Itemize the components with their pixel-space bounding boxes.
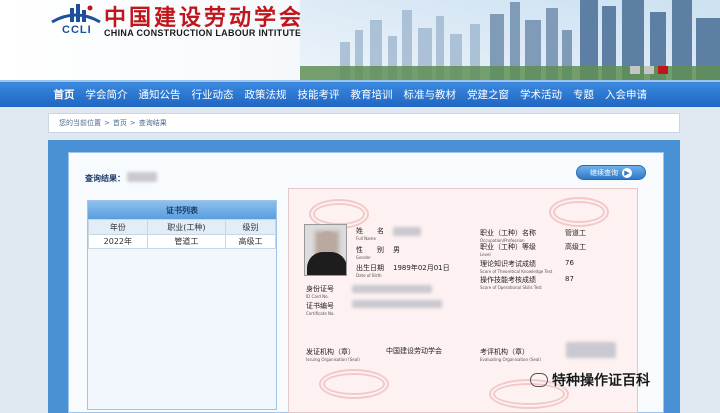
nav-item-membership[interactable]: 入会申请 xyxy=(600,87,653,102)
result-label: 查询结果： xyxy=(85,174,125,183)
nav-item-notices[interactable]: 通知公告 xyxy=(133,87,186,102)
redacted-name-value xyxy=(393,227,421,236)
issuer-label: 发证机构（章） Issuing Organisation (Seal) xyxy=(306,348,360,362)
redacted-name xyxy=(127,172,157,182)
guilloche-pattern xyxy=(549,197,609,227)
redacted-evaluator xyxy=(566,342,616,358)
nav-item-training[interactable]: 教育培训 xyxy=(345,87,398,102)
breadcrumb: 您的当前位置 > 首页 > 查询结果 xyxy=(48,113,680,133)
guilloche-pattern xyxy=(319,369,389,399)
continue-query-button[interactable]: 继续查询 ▶ xyxy=(576,165,646,180)
redacted-cert-number xyxy=(352,300,442,308)
breadcrumb-home-link[interactable]: 首页 xyxy=(113,118,127,128)
arrow-right-icon: ▶ xyxy=(622,167,632,178)
breadcrumb-separator: > xyxy=(129,119,136,127)
brand-watermark: 特种操作证百科 xyxy=(530,370,650,390)
issuer-value: 中国建设劳动学会 xyxy=(386,347,442,355)
nav-item-industry-news[interactable]: 行业动态 xyxy=(186,87,239,102)
skill-score-label: 操作技能考核成绩 Score of Operational Skills Test xyxy=(480,276,542,290)
cell-occupation: 管道工 xyxy=(146,234,227,249)
site-header: CCLI 中国建设劳动学会 CHINA CONSTRUCTION LABOUR … xyxy=(0,0,720,80)
slide-dot[interactable] xyxy=(644,66,654,74)
breadcrumb-prefix: 您的当前位置 xyxy=(59,119,101,127)
level-label: 职业（工种）等级 Level xyxy=(480,243,536,257)
certificate-table: 年份 职业(工种) 级别 2022年 管道工 高级工 xyxy=(88,219,276,249)
nav-item-academic[interactable]: 学术活动 xyxy=(515,87,568,102)
holder-photo xyxy=(304,224,347,276)
gender-value: 男 xyxy=(393,246,400,254)
column-header-year: 年份 xyxy=(88,219,148,235)
nav-item-party-building[interactable]: 党建之窗 xyxy=(462,87,515,102)
evaluator-label: 考评机构（章） Evaluating Organisation (Seal) xyxy=(480,348,541,362)
main-nav: 首页 学会简介 通知公告 行业动态 政策法规 技能考评 教育培训 标准与教材 党… xyxy=(0,80,720,107)
redacted-id-number xyxy=(352,285,432,293)
theory-score-value: 76 xyxy=(565,259,574,267)
occupation-label: 职业（工种）名称 Occupation/Profession xyxy=(480,229,536,243)
certificate-list-title: 证书列表 xyxy=(88,201,276,219)
skill-score-value: 87 xyxy=(565,275,574,283)
nav-item-home[interactable]: 首页 xyxy=(48,87,80,102)
nav-item-skill-assessment[interactable]: 技能考评 xyxy=(292,87,345,102)
photo-body xyxy=(307,252,346,275)
occupation-value: 管道工 xyxy=(565,229,586,237)
dob-value: 1989年02月01日 xyxy=(393,264,450,272)
level-value: 高级工 xyxy=(565,243,586,251)
gender-label: 性 别 Gender xyxy=(356,246,384,260)
nav-item-topics[interactable]: 专题 xyxy=(568,87,600,102)
slide-dot-active[interactable] xyxy=(658,66,668,74)
nav-item-standards[interactable]: 标准与教材 xyxy=(398,87,462,102)
column-header-level: 级别 xyxy=(225,219,276,235)
continue-query-label: 继续查询 xyxy=(590,168,618,177)
name-label: 姓 名 Full Name xyxy=(356,227,384,241)
cell-year: 2022年 xyxy=(88,234,148,249)
brand-text: 特种操作证百科 xyxy=(552,373,650,389)
table-row[interactable]: 2022年 管道工 高级工 xyxy=(88,234,276,249)
banner-slide-indicator xyxy=(630,66,668,74)
nav-item-about[interactable]: 学会简介 xyxy=(80,87,133,102)
theory-score-label: 理论知识考试成绩 Score of Theoretical Knowledge T… xyxy=(480,260,553,274)
nav-item-policy[interactable]: 政策法规 xyxy=(239,87,292,102)
dob-label: 出生日期 Date of Birth xyxy=(356,264,384,278)
id-card-label: 身份证号 ID Card No. xyxy=(306,285,334,299)
breadcrumb-current: 查询结果 xyxy=(138,119,167,127)
slide-dot[interactable] xyxy=(630,66,640,74)
column-header-occupation: 职业(工种) xyxy=(146,219,227,235)
wechat-icon xyxy=(530,373,548,387)
logo-text: CCLI xyxy=(62,24,92,36)
cert-number-label: 证书编号 Certificate No. xyxy=(306,302,335,316)
breadcrumb-separator: > xyxy=(104,119,110,127)
certificate-list-panel: 证书列表 年份 职业(工种) 级别 2022年 管道工 高级工 xyxy=(87,200,277,410)
cell-level: 高级工 xyxy=(225,234,276,249)
site-subtitle: CHINA CONSTRUCTION LABOUR INTITUTE xyxy=(104,28,302,38)
